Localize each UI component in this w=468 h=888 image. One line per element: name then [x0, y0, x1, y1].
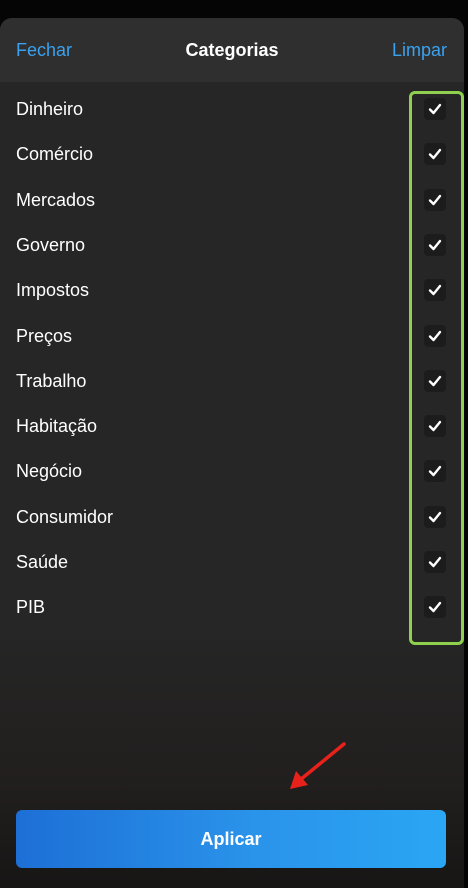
checkmark-icon [428, 420, 442, 432]
category-label: Trabalho [16, 370, 87, 391]
category-checkbox[interactable] [424, 415, 446, 438]
category-checkbox[interactable] [424, 233, 446, 256]
category-checkbox[interactable] [424, 596, 446, 619]
category-checkbox[interactable] [424, 505, 446, 528]
category-row[interactable]: Habitação [0, 404, 464, 449]
category-checkbox[interactable] [424, 460, 446, 483]
clear-button[interactable]: Limpar [392, 18, 447, 82]
sheet-header: Fechar Categorias Limpar [0, 18, 464, 82]
category-row[interactable]: Mercados [0, 178, 464, 223]
category-checkbox[interactable] [424, 98, 446, 120]
category-label: Dinheiro [16, 99, 84, 119]
category-row[interactable]: Trabalho [0, 359, 464, 404]
checkmark-icon [428, 194, 442, 205]
category-checkbox[interactable] [424, 279, 446, 302]
category-checkbox[interactable] [424, 369, 446, 392]
category-row[interactable]: Dinheiro [0, 87, 464, 132]
category-row[interactable]: Saúde [0, 540, 464, 585]
category-checkbox[interactable] [424, 324, 446, 347]
category-row[interactable]: Comércio [0, 132, 464, 177]
category-row[interactable]: Governo [0, 223, 464, 268]
category-label: Governo [16, 234, 86, 255]
category-row[interactable]: Negócio [0, 449, 464, 494]
checkmark-icon [428, 284, 442, 296]
red-arrow-icon [290, 742, 346, 789]
category-label: Impostos [16, 280, 90, 301]
category-label: Mercados [16, 189, 96, 210]
category-label: Saúde [16, 552, 69, 572]
category-row[interactable]: Impostos [0, 268, 464, 313]
category-label: Negócio [16, 461, 83, 482]
category-checkbox[interactable] [424, 188, 446, 211]
category-label: Preços [16, 325, 73, 346]
category-label: Consumidor [16, 506, 114, 527]
category-label: Comércio [16, 144, 94, 165]
category-checkbox[interactable] [424, 551, 446, 573]
category-row[interactable]: Preços [0, 314, 464, 359]
category-row[interactable]: Consumidor [0, 495, 464, 540]
checkmark-icon [428, 556, 442, 568]
category-checkbox[interactable] [424, 143, 446, 166]
checkmark-icon [428, 602, 442, 613]
categories-sheet: Fechar Categorias Limpar Dinheiro Comérci… [0, 18, 464, 888]
checkmark-icon [428, 103, 442, 115]
category-row[interactable]: PIB [0, 585, 464, 630]
checkmark-icon [428, 330, 442, 341]
checkmark-icon [428, 375, 442, 386]
apply-button[interactable]: Aplicar [16, 810, 446, 868]
category-label: PIB [16, 597, 46, 618]
checkmark-icon [428, 239, 442, 251]
checkmark-icon [428, 149, 442, 160]
checkmark-icon [428, 511, 442, 522]
checkmark-icon [428, 466, 442, 477]
category-label: Habitação [16, 416, 98, 437]
